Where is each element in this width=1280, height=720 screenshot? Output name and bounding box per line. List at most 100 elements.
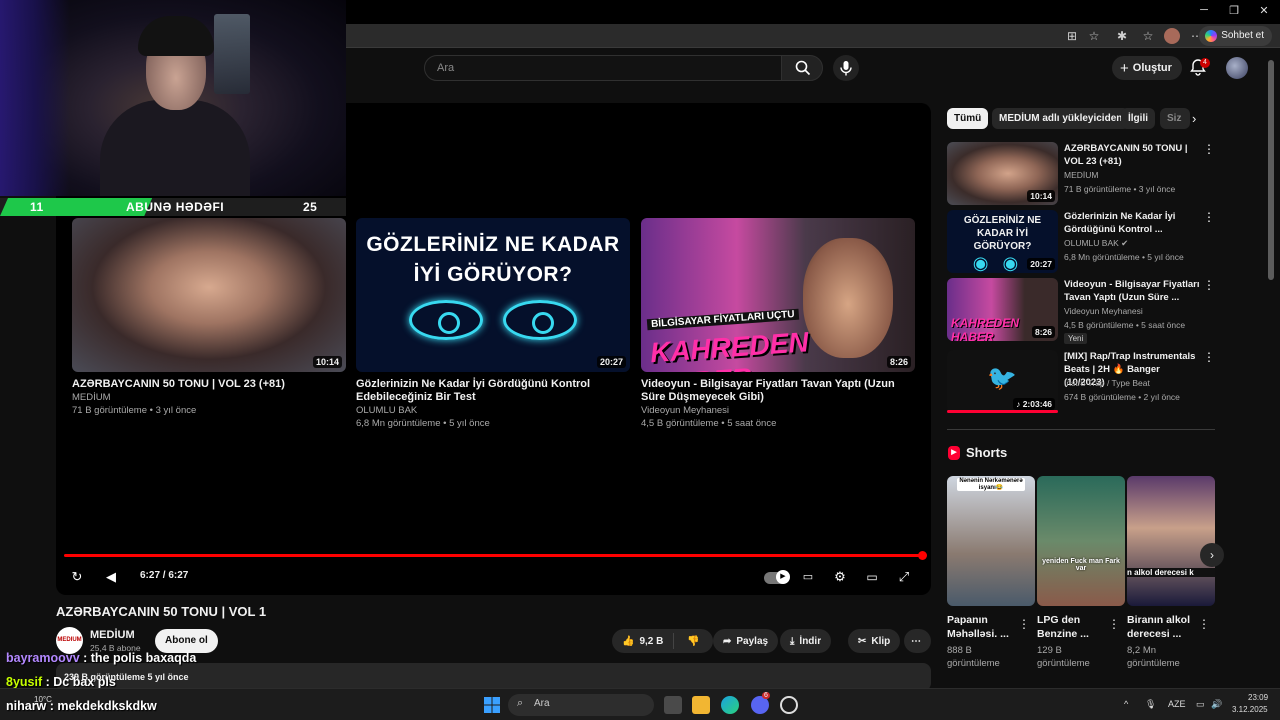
channel-name[interactable]: MEDİUM [90, 629, 135, 641]
more-vertical-icon[interactable]: ⋮ [1203, 210, 1215, 224]
clock-date[interactable]: 3.12.2025 [1232, 705, 1268, 714]
settings-gear-icon[interactable]: ⚙ [831, 568, 849, 586]
sidebar-video-4[interactable]: 🐦 ♪ 2:03:46 [MIX] Rap/Trap Instrumentals… [947, 350, 1215, 414]
sidebar-video-3[interactable]: KAHREDEN HABER 8:26 Videoyun - Bilgisaya… [947, 278, 1215, 344]
autoplay-toggle[interactable] [764, 570, 790, 584]
divider [947, 429, 1215, 430]
sidebar-thumbnail[interactable]: 🐦 ♪ 2:03:46 [947, 350, 1058, 413]
mic-icon[interactable]: 🎙 [1145, 699, 1156, 710]
volume-icon[interactable]: 🔊 [1211, 699, 1222, 710]
search-button[interactable] [781, 55, 823, 81]
chip-all[interactable]: Tümü [947, 108, 989, 129]
clock-time[interactable]: 23:09 [1248, 693, 1268, 702]
more-vertical-icon[interactable]: ⋮ [1203, 350, 1215, 364]
sidebar-channel[interactable]: MEDİUM [1064, 170, 1098, 180]
app-grid-icon[interactable]: ⊞ [1064, 28, 1080, 44]
chip-you[interactable]: Siz [1160, 108, 1190, 129]
copilot-chat-button[interactable]: Sohbet et [1199, 26, 1272, 46]
shorts-next-button[interactable]: › [1200, 543, 1224, 567]
short-title-1[interactable]: Papanın Məhəlləsi. ... [947, 613, 1019, 641]
shorts-label: Shorts [966, 445, 1008, 460]
sidebar-thumbnail[interactable]: GÖZLERİNİZ NE KADAR İYİ GÖRÜYOR? ◉◉ 20:2… [947, 210, 1058, 273]
copilot-label: Sohbet et [1221, 30, 1264, 41]
theater-mode-icon[interactable]: ▭ [863, 568, 881, 586]
account-avatar[interactable] [1226, 57, 1248, 79]
progress-scrubber[interactable] [918, 551, 927, 560]
network-icon[interactable]: ▭ [1196, 699, 1205, 710]
file-explorer-icon[interactable] [692, 696, 710, 714]
more-vertical-icon[interactable]: ⋮ [1198, 617, 1210, 631]
subscribe-button[interactable]: Abone ol [155, 629, 218, 653]
chips-next-icon[interactable]: › [1192, 111, 1196, 126]
voice-search-button[interactable] [833, 55, 859, 81]
end-screen-title[interactable]: Videoyun - Bilgisayar Fiyatları Tavan Ya… [641, 378, 915, 404]
language-indicator[interactable]: AZE [1168, 699, 1186, 709]
end-screen-channel[interactable]: MEDİUM [72, 391, 346, 404]
duration-badge: 8:26 [1031, 326, 1055, 338]
sidebar-channel[interactable]: Instru Trap / Type Beat [1064, 378, 1150, 388]
short-title-3[interactable]: Biranın alkol derecesi ... [1127, 613, 1199, 641]
app-icon[interactable] [780, 696, 798, 714]
chat-user: bayramoovv [6, 651, 80, 665]
profile-icon[interactable] [1164, 28, 1180, 44]
more-vertical-icon[interactable]: ⋮ [1108, 617, 1120, 631]
replay-icon[interactable]: ↻ [68, 568, 86, 586]
download-button[interactable]: ⤓ İndir [780, 629, 832, 653]
more-vertical-icon[interactable]: ⋮ [1018, 617, 1030, 631]
sidebar-channel[interactable]: Videoyun Meyhanesi [1064, 306, 1143, 316]
channel-avatar[interactable]: MEDIUM [56, 627, 83, 654]
edge-browser-icon[interactable] [721, 696, 739, 714]
progress-bar[interactable] [64, 554, 923, 557]
end-screen-title[interactable]: AZƏRBAYCANIN 50 TONU | VOL 23 (+81) [72, 378, 346, 391]
end-screen-thumbnail[interactable]: BİLGİSAYAR FİYATLARI UÇTU KAHREDEN HABER… [641, 218, 915, 372]
end-screen-thumbnail[interactable]: 10:14 [72, 218, 346, 372]
short-thumbnail-2[interactable]: yeniden Fuck man Fark var [1037, 476, 1125, 606]
end-screen-channel[interactable]: OLUMLU BAK [356, 404, 630, 417]
thumbs-down-icon[interactable]: 👎 [679, 636, 707, 647]
share-button[interactable]: ➦ Paylaş [713, 629, 779, 653]
taskbar-search[interactable]: ⌕ Ara [508, 694, 654, 716]
maximize-icon[interactable]: ❐ [1226, 4, 1242, 17]
tray-chevron-icon[interactable]: ^ [1124, 699, 1128, 709]
extensions-icon[interactable]: ✱ [1114, 28, 1130, 44]
short-thumbnail-3[interactable]: n alkol derecesi k [1127, 476, 1215, 606]
end-screen-title[interactable]: Gözlerinizin Ne Kadar İyi Gördüğünü Kont… [356, 378, 630, 404]
page-scrollbar[interactable] [1268, 60, 1274, 280]
sidebar-video-title[interactable]: AZƏRBAYCANIN 50 TONU | VOL 23 (+81) [1064, 142, 1202, 168]
search-input[interactable]: Ara [424, 55, 782, 81]
clip-button[interactable]: ✂ Klip [848, 629, 901, 653]
more-vertical-icon[interactable]: ⋮ [1203, 142, 1215, 156]
end-screen-thumbnail[interactable]: GÖZLERİNİZ NE KADAR İYİ GÖRÜYOR? 20:27 [356, 218, 630, 372]
end-screen-channel[interactable]: Videoyun Meyhanesi [641, 404, 915, 417]
browser-address-bar[interactable]: ⊞ ☆ ✱ ☆ ⋯ Sohbet et [346, 24, 1280, 48]
end-screen-video-1[interactable]: 10:14 AZƏRBAYCANIN 50 TONU | VOL 23 (+81… [72, 218, 346, 417]
chip-from-uploader[interactable]: MEDİUM adlı yükleyiciden [992, 108, 1130, 129]
subtitles-icon[interactable]: ▭ [799, 568, 817, 586]
minimize-icon[interactable]: ─ [1196, 4, 1212, 16]
sidebar-channel[interactable]: OLUMLU BAK ✔ [1064, 238, 1128, 249]
sidebar-video-2[interactable]: GÖZLERİNİZ NE KADAR İYİ GÖRÜYOR? ◉◉ 20:2… [947, 210, 1215, 274]
plus-icon: + [1120, 59, 1129, 77]
more-actions-button[interactable]: ⋯ [904, 629, 931, 653]
chip-related[interactable]: İlgili [1121, 108, 1155, 129]
end-screen-video-2[interactable]: GÖZLERİNİZ NE KADAR İYİ GÖRÜYOR? 20:27 G… [356, 218, 630, 430]
sidebar-thumbnail[interactable]: 10:14 [947, 142, 1058, 205]
short-title-2[interactable]: LPG den Benzine ... [1037, 613, 1109, 641]
close-window-icon[interactable]: ✕ [1256, 4, 1272, 17]
sidebar-video-1[interactable]: 10:14 AZƏRBAYCANIN 50 TONU | VOL 23 (+81… [947, 142, 1215, 206]
end-screen-video-3[interactable]: BİLGİSAYAR FİYATLARI UÇTU KAHREDEN HABER… [641, 218, 915, 430]
fullscreen-icon[interactable]: ⤢ [895, 568, 913, 586]
sidebar-video-title[interactable]: Videoyun - Bilgisayar Fiyatları Tavan Ya… [1064, 278, 1202, 304]
like-button[interactable]: 👍 9,2 B [612, 633, 675, 649]
favorite-star-icon[interactable]: ☆ [1086, 28, 1102, 44]
description-box[interactable]: 239 B görüntüleme 5 yıl önce [56, 663, 931, 691]
sidebar-video-title[interactable]: Gözlerinizin Ne Kadar İyi Gördüğünü Kont… [1064, 210, 1202, 236]
volume-icon[interactable]: ◀ [102, 568, 120, 586]
create-button[interactable]: + Oluştur [1112, 56, 1182, 80]
sidebar-thumbnail[interactable]: KAHREDEN HABER 8:26 [947, 278, 1058, 341]
short-thumbnail-1[interactable]: Nənənin Nərkəmənərə isyanı😂 [947, 476, 1035, 606]
favorites-icon[interactable]: ☆ [1140, 28, 1156, 44]
more-vertical-icon[interactable]: ⋮ [1203, 278, 1215, 292]
windows-start-icon[interactable] [483, 696, 501, 714]
task-view-icon[interactable] [664, 696, 682, 714]
